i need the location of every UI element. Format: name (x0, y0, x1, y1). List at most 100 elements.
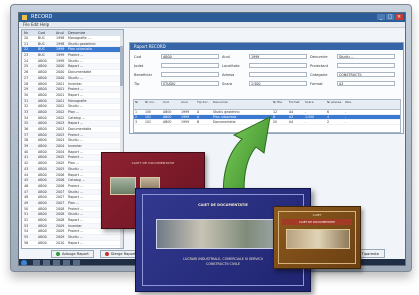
taskbar-item[interactable] (43, 260, 50, 265)
form-field-input[interactable]: 1:500 (249, 81, 307, 86)
form-field: Adresa (222, 72, 307, 77)
taskbar-item[interactable] (33, 260, 40, 265)
form-field-label: Localitate (222, 63, 240, 68)
table-cell: 101 (145, 115, 152, 119)
table-cell: 1:500 (305, 115, 315, 119)
list-cell: Plan ... (68, 109, 80, 114)
maximize-button[interactable]: □ (386, 14, 394, 20)
table-cell: - (345, 115, 347, 119)
taskbar-item[interactable] (73, 260, 80, 265)
list-cell: BUC (38, 36, 45, 40)
list-cell: 50 (24, 206, 29, 211)
list-cell: AB00 (38, 64, 47, 69)
list-cell: 27 (24, 75, 29, 80)
list-cell: AB00 (38, 132, 47, 137)
close-button[interactable]: × (395, 14, 403, 20)
list-cell: Documentatie (68, 127, 92, 131)
window-title: RECORD (31, 14, 53, 20)
table-cell: 4 (327, 115, 330, 119)
list-cell: AB00 (38, 155, 47, 160)
list-cell: AB00 (38, 87, 47, 92)
list-cell: 1998 (56, 36, 65, 40)
form-field-label: Cod (134, 54, 141, 59)
list-cell: AB00 (38, 223, 47, 228)
column-header[interactable]: Obs. (344, 100, 364, 109)
red-book-photo (110, 177, 136, 195)
taskbar-item[interactable] (53, 260, 60, 265)
form-field-input[interactable] (161, 63, 219, 68)
list-cell: 33 (24, 109, 29, 114)
table-cell: A4 (289, 120, 294, 124)
form-field-input[interactable] (249, 72, 307, 77)
list-item[interactable]: 56 AB00 2010 Raport ... (22, 241, 123, 247)
brown-book-band: CAIET DE DOCUMENTATIE (282, 219, 352, 225)
form-field-input[interactable]: AB00 (161, 54, 219, 59)
list-cell: Monografie ... (68, 36, 91, 40)
list-cell: 2000 (56, 75, 65, 80)
start-button[interactable] (21, 260, 27, 265)
form-field-input[interactable] (161, 72, 219, 77)
list-cell: Inventar (68, 81, 82, 86)
scrollbar-thumb[interactable] (120, 46, 123, 86)
column-header[interactable]: Scara (304, 100, 326, 109)
form-field-label: Proiectant (310, 63, 329, 68)
column-header[interactable]: Nr (134, 100, 144, 109)
table-cell: AB00 (163, 120, 172, 124)
list-cell: 2008 (56, 206, 65, 211)
list-cell: 46 (24, 183, 29, 188)
form-field-label: Tip (134, 81, 140, 86)
form-field-input[interactable]: CONSTRUCTII (337, 72, 395, 77)
column-header[interactable]: Nr planse (326, 100, 344, 109)
list-cell: Studiu geotehnic (68, 41, 96, 46)
form-field: Proiectant (310, 63, 395, 68)
column-header[interactable]: Cod (162, 100, 180, 109)
taskbar-item[interactable] (63, 260, 70, 265)
list-cell: 2000 (56, 70, 65, 75)
form-field: Judet (134, 63, 219, 68)
form-field-input[interactable] (337, 63, 395, 68)
form-field-input[interactable]: STUDIU (161, 81, 219, 86)
window-titlebar: RECORD _ □ × (19, 13, 405, 22)
list-cell: 2006 (56, 178, 65, 183)
form-field-input[interactable]: A3 (337, 81, 395, 86)
add-report-button[interactable]: Adauga Raport (51, 250, 94, 258)
table-cell: A3 (289, 115, 294, 119)
table-cell: AB00 (163, 115, 172, 119)
form-field-label: Beneficiar (134, 72, 153, 77)
list-cell: AB00 (38, 200, 47, 205)
form-field: Scara 1:500 (222, 81, 307, 86)
column-header[interactable]: Format (288, 100, 304, 109)
list-cell: Studiu ... (68, 75, 83, 80)
form-field-input[interactable]: 1999 (249, 54, 307, 59)
list-cell: 2001 (56, 92, 65, 97)
form-field-input[interactable] (249, 63, 307, 68)
list-cell: 2008 (56, 218, 65, 222)
minimize-button[interactable]: _ (377, 14, 385, 20)
list-cell: Monografie (68, 98, 87, 103)
form-field-label: Format (310, 81, 323, 86)
list-cell: Studiu ... (68, 104, 83, 109)
form-field-input[interactable]: Studiu ... (337, 54, 395, 59)
list-cell: 31 (24, 98, 29, 103)
list-cell: 40 (24, 149, 29, 154)
list-cell: 45 (24, 178, 29, 183)
list-cell: 23 (24, 53, 29, 58)
list-cell: AB00 (38, 81, 47, 86)
list-cell: 2003 (56, 121, 65, 126)
list-cell: 20 (24, 36, 29, 40)
column-header[interactable]: Nr inv. (144, 100, 162, 109)
delete-report-label: Sterge Raport (110, 252, 136, 256)
list-cell: 2004 (56, 144, 65, 149)
list-cell: 52 (24, 218, 29, 222)
list-cell: Proiect ... (68, 53, 84, 58)
list-cell: AB00 (38, 127, 47, 131)
list-cell: 29 (24, 87, 29, 92)
list-cell: 2000 (56, 64, 65, 69)
list-cell: AB00 (38, 70, 47, 75)
list-cell: 47 (24, 189, 29, 194)
brown-book-title: CAIET (312, 213, 322, 217)
list-cell: AB00 (38, 75, 47, 80)
list-cell: AB00 (38, 206, 47, 211)
menu-bar[interactable]: File Edit Help (19, 22, 405, 28)
list-cell: 1999 (56, 58, 65, 63)
